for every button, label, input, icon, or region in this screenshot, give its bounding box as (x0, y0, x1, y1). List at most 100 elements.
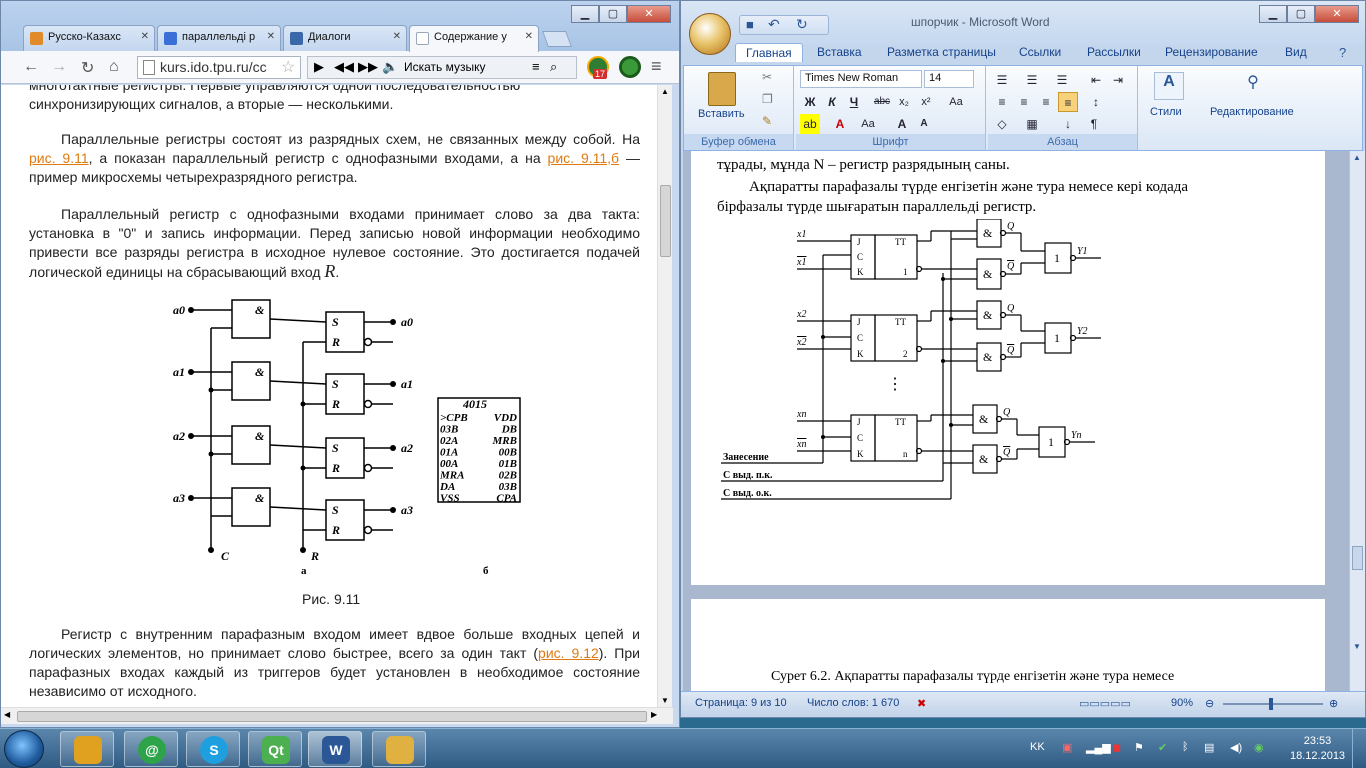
binoculars-icon[interactable]: ⚲ (1238, 72, 1268, 100)
chrome-menu-icon[interactable]: ≡ (651, 56, 662, 77)
format-painter-icon[interactable]: ✎ (762, 114, 772, 128)
tab-contents[interactable]: Содержание у ✕ (409, 25, 539, 52)
zoom-out-icon[interactable]: ⊖ (1205, 697, 1214, 710)
italic-icon[interactable]: К (822, 92, 842, 112)
bullets-icon[interactable]: ☰ (992, 70, 1012, 90)
copy-icon[interactable]: ❐ (762, 92, 773, 106)
close-icon[interactable]: ✕ (141, 31, 149, 42)
zoom-level[interactable]: 90% (1171, 697, 1193, 709)
tray-icon-1[interactable]: ◼ (1112, 741, 1121, 754)
sort-icon[interactable]: ↓ (1058, 114, 1078, 134)
office-button[interactable] (689, 13, 731, 55)
extension-icon-2[interactable] (619, 56, 641, 78)
numbering-icon[interactable]: ☰ (1022, 70, 1042, 90)
zoom-slider-thumb[interactable] (1269, 698, 1273, 710)
word-count[interactable]: Число слов: 1 670 (807, 697, 899, 709)
justify-icon[interactable]: ≡ (1058, 92, 1078, 112)
start-button[interactable] (4, 730, 44, 768)
security-icon[interactable]: ✔ (1158, 741, 1167, 754)
paste-icon[interactable] (708, 72, 736, 106)
tab-page-layout[interactable]: Разметка страницы (887, 45, 996, 59)
styles-button[interactable]: Стили (1150, 106, 1182, 118)
language-indicator[interactable]: KK (1030, 741, 1045, 753)
bluetooth-icon[interactable]: ᛒ (1182, 741, 1189, 753)
link-fig-9-11[interactable]: рис. 9.11 (29, 150, 89, 166)
taskbar-skype[interactable]: S (186, 731, 240, 767)
forward-icon[interactable]: ▶▶ (358, 59, 378, 75)
tab-dialogs[interactable]: Диалоги ✕ (283, 25, 407, 51)
subscript-icon[interactable]: x₂ (894, 92, 914, 112)
view-buttons-icon[interactable]: ▭▭▭▭▭ (1079, 697, 1131, 710)
taskbar-word[interactable]: W (308, 731, 362, 767)
close-icon[interactable]: ✕ (393, 31, 401, 42)
play-icon[interactable]: ▶ (314, 59, 324, 75)
tab-russko-kazakh[interactable]: Русско-Казахс ✕ (23, 25, 155, 51)
align-right-icon[interactable]: ≡ (1036, 92, 1056, 112)
link-fig-9-11b[interactable]: рис. 9.11,б (548, 150, 620, 166)
forward-arrow-icon[interactable]: → (51, 58, 67, 76)
tab-parallel[interactable]: параллельді р ✕ (157, 25, 281, 51)
align-center-icon[interactable]: ≡ (1014, 92, 1034, 112)
change-case-icon[interactable]: Aa (946, 92, 966, 112)
page-status[interactable]: Страница: 9 из 10 (695, 697, 787, 709)
superscript-icon[interactable]: x² (916, 92, 936, 112)
scroll-down-icon[interactable]: ▼ (1353, 642, 1361, 651)
increase-indent-icon[interactable]: ⇥ (1108, 70, 1128, 90)
decrease-indent-icon[interactable]: ⇤ (1086, 70, 1106, 90)
save-icon[interactable]: ■ (746, 17, 754, 32)
link-fig-9-12[interactable]: рис. 9.12 (538, 645, 599, 661)
scroll-thumb-h[interactable] (17, 711, 647, 722)
horizontal-scrollbar[interactable]: ◀ ▶ (1, 707, 673, 724)
tab-view[interactable]: Вид (1285, 45, 1307, 59)
scroll-right-icon[interactable]: ▶ (651, 710, 657, 719)
search-icon[interactable]: ⌕ (550, 59, 557, 75)
tray-icon-2[interactable]: ◉ (1254, 741, 1264, 754)
taskbar-chrome[interactable] (60, 731, 114, 767)
tab-mailings[interactable]: Рассылки (1087, 45, 1141, 59)
tab-insert[interactable]: Вставка (817, 45, 862, 59)
scroll-thumb[interactable] (1352, 546, 1363, 570)
close-icon[interactable]: ✕ (525, 31, 533, 42)
multilevel-list-icon[interactable]: ☰ (1052, 70, 1072, 90)
borders-icon[interactable]: ▦ (1022, 114, 1042, 134)
word-vertical-scrollbar[interactable]: ▲ ▼ (1349, 151, 1365, 691)
tab-references[interactable]: Ссылки (1019, 45, 1061, 59)
maximize-icon[interactable]: ▢ (1287, 5, 1315, 23)
close-icon[interactable]: ✕ (267, 31, 275, 42)
proofing-icon[interactable]: ✖ (917, 697, 926, 710)
font-color-icon[interactable]: A (830, 114, 850, 134)
home-icon[interactable]: ⌂ (109, 58, 119, 76)
clock[interactable]: 23:53 18.12.2013 (1290, 734, 1345, 764)
vertical-scrollbar[interactable]: ▲ ▼ (657, 85, 672, 707)
zoom-slider[interactable] (1223, 703, 1323, 705)
scroll-left-icon[interactable]: ◀ (4, 710, 10, 719)
show-marks-icon[interactable]: ¶ (1084, 114, 1104, 134)
help-icon[interactable]: ? (1339, 45, 1346, 60)
menu-icon[interactable]: ≡ (532, 59, 540, 74)
font-size-case-icon[interactable]: Aa (858, 114, 878, 134)
maximize-icon[interactable]: ▢ (599, 5, 627, 23)
address-bar[interactable]: kurs.ido.tpu.ru/cc (137, 56, 301, 79)
undo-icon[interactable]: ↶ (768, 16, 780, 33)
scroll-up-icon[interactable]: ▲ (1353, 153, 1361, 162)
pdf-icon[interactable]: ▣ (1062, 741, 1072, 754)
shading-icon[interactable]: ◇ (992, 114, 1012, 134)
show-desktop-button[interactable] (1352, 729, 1366, 768)
taskbar-mail[interactable]: @ (124, 731, 178, 767)
redo-icon[interactable]: ↻ (796, 16, 808, 33)
back-arrow-icon[interactable]: ← (23, 58, 39, 76)
tab-home[interactable]: Главная (735, 43, 803, 62)
tab-review[interactable]: Рецензирование (1165, 45, 1258, 59)
taskbar-explorer[interactable] (372, 731, 426, 767)
taskbar-qt[interactable]: Qt (248, 731, 302, 767)
volume-icon[interactable]: ◀) (1230, 741, 1242, 754)
device-icon[interactable]: ▤ (1204, 741, 1214, 754)
star-icon[interactable]: ☆ (281, 57, 295, 77)
line-spacing-icon[interactable]: ↕ (1086, 92, 1106, 112)
close-window-icon[interactable]: ✕ (627, 5, 671, 23)
rewind-icon[interactable]: ◀◀ (334, 59, 354, 75)
underline-icon[interactable]: Ч (844, 92, 864, 112)
shrink-font-icon[interactable]: A (914, 114, 934, 134)
align-left-icon[interactable]: ≡ (992, 92, 1012, 112)
paste-button[interactable]: Вставить (698, 108, 745, 120)
